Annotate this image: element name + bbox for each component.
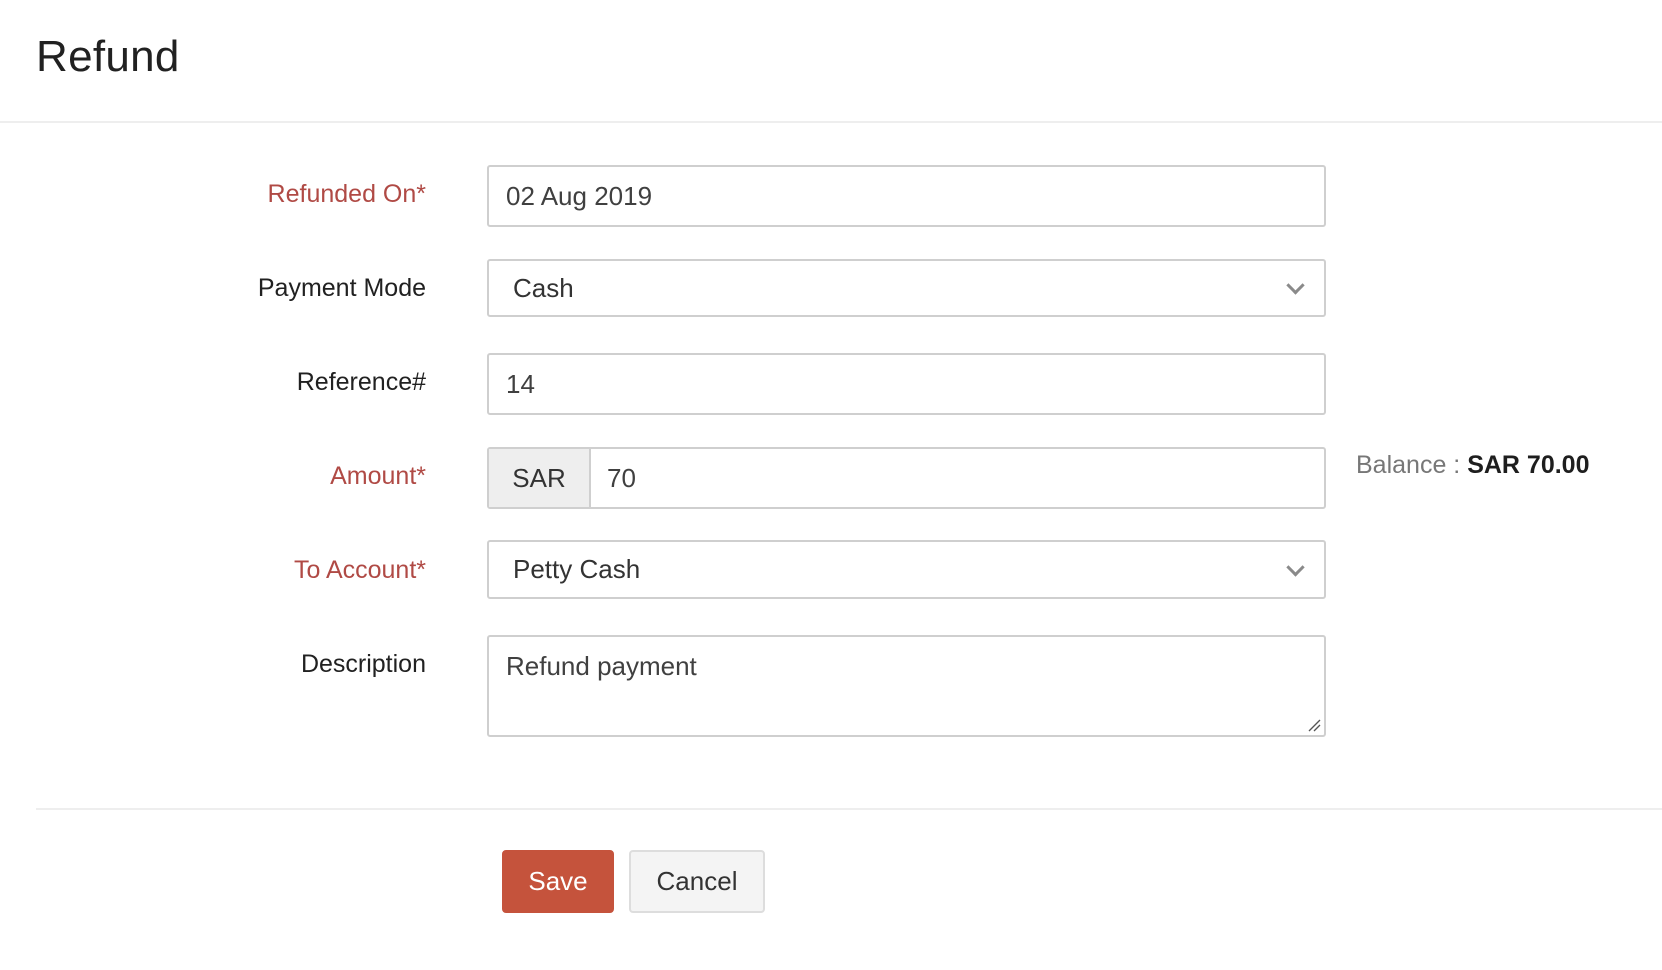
page-title: Refund — [36, 32, 180, 81]
amount-input-group: SAR 70 — [487, 447, 1326, 509]
refunded-on-input[interactable]: 02 Aug 2019 — [487, 165, 1326, 227]
description-value: Refund payment — [506, 651, 697, 681]
footer-divider — [36, 808, 1662, 810]
chevron-down-icon[interactable] — [1286, 276, 1305, 295]
balance-display: Balance : SAR 70.00 — [1356, 451, 1590, 480]
reference-value: 14 — [506, 368, 535, 399]
reference-input[interactable]: 14 — [487, 353, 1326, 415]
payment-mode-value: Cash — [513, 272, 574, 303]
refunded-on-value: 02 Aug 2019 — [506, 180, 653, 211]
refunded-on-label: Refunded On* — [267, 180, 426, 208]
resize-grip-icon[interactable] — [1307, 718, 1321, 732]
reference-label: Reference# — [296, 368, 426, 396]
cancel-button[interactable]: Cancel — [629, 850, 765, 913]
amount-label: Amount* — [330, 462, 426, 490]
save-button[interactable]: Save — [502, 850, 614, 913]
amount-input[interactable]: 70 — [591, 463, 1324, 494]
description-textarea[interactable]: Refund payment — [487, 635, 1326, 737]
balance-value: SAR 70.00 — [1467, 451, 1590, 479]
to-account-label: To Account* — [293, 556, 426, 584]
to-account-select[interactable]: Petty Cash — [487, 540, 1326, 599]
description-label: Description — [300, 650, 426, 678]
currency-addon: SAR — [489, 449, 591, 507]
page-header: Refund — [0, 0, 1662, 123]
payment-mode-label: Payment Mode — [257, 274, 426, 302]
to-account-value: Petty Cash — [513, 554, 641, 584]
payment-mode-select[interactable]: Cash — [487, 259, 1326, 317]
balance-label: Balance : — [1356, 451, 1461, 479]
chevron-down-icon[interactable] — [1286, 557, 1305, 577]
